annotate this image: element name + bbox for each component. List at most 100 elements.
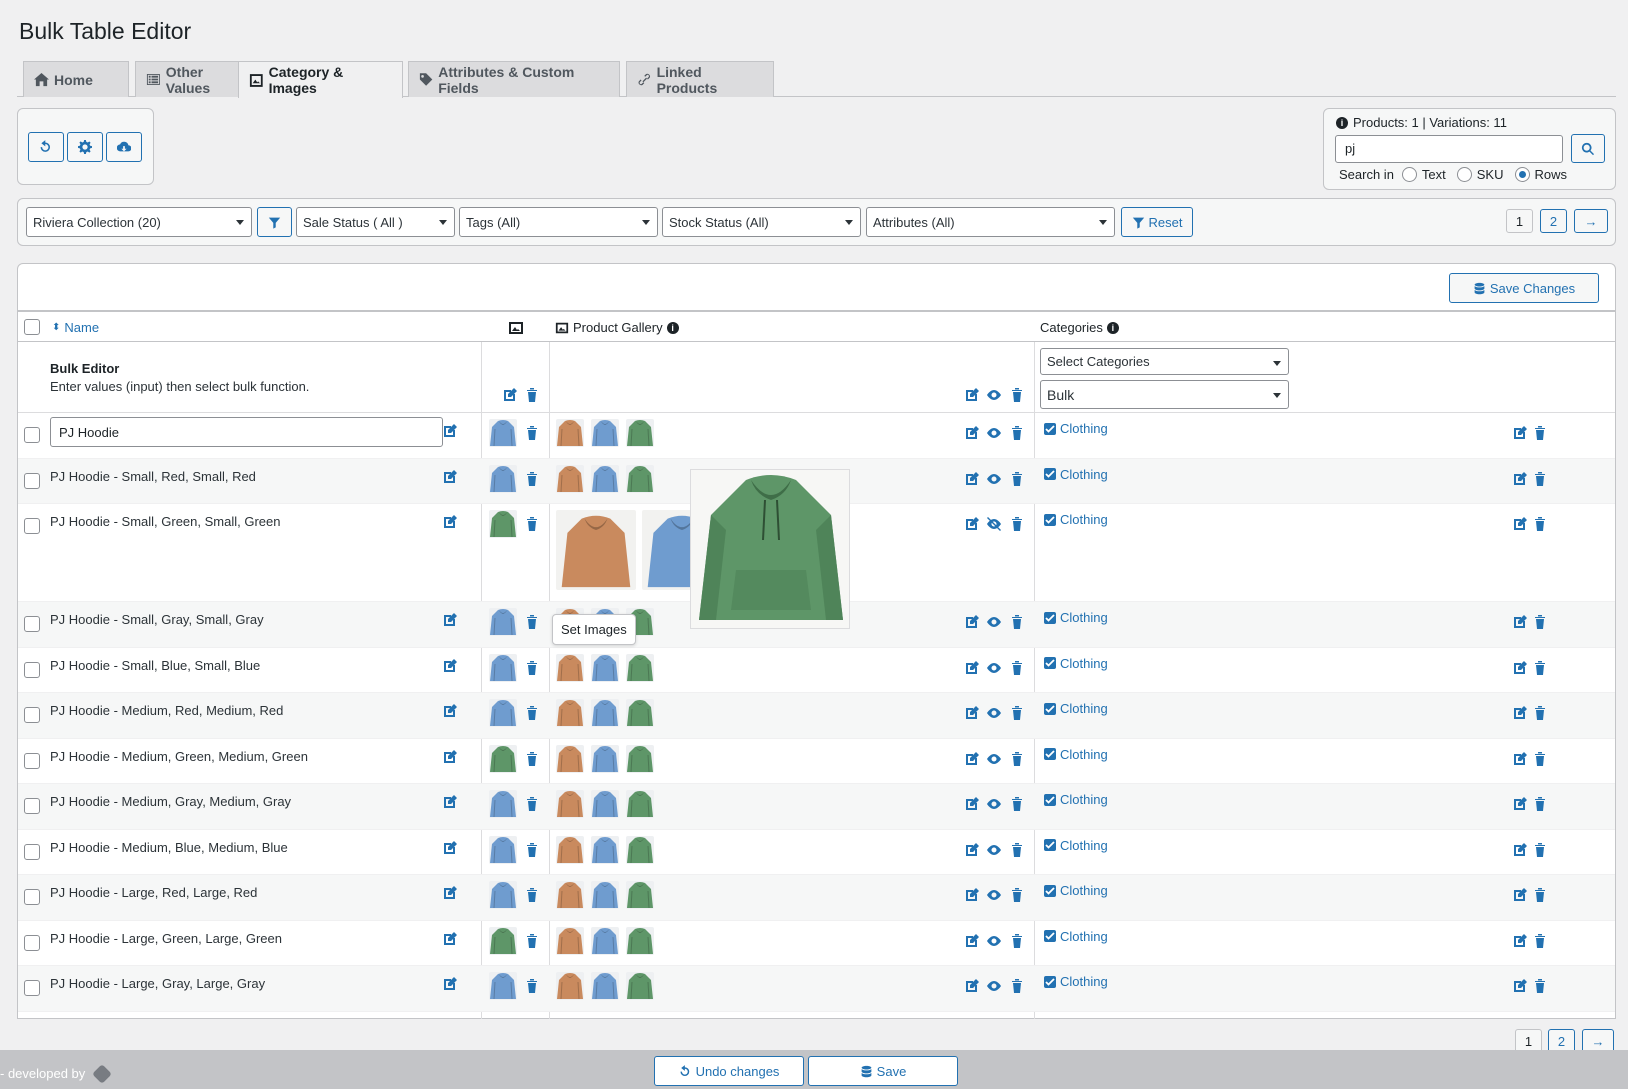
product-image[interactable] bbox=[489, 608, 517, 636]
gallery-image-blue[interactable] bbox=[591, 419, 619, 447]
gallery-trash-icon[interactable] bbox=[1009, 887, 1025, 903]
gallery-image-orange[interactable] bbox=[556, 744, 584, 773]
gallery-image-blue[interactable] bbox=[591, 972, 619, 1000]
product-image[interactable] bbox=[489, 653, 517, 682]
category-tag[interactable]: Clothing bbox=[1044, 701, 1108, 716]
gallery-edit-icon[interactable] bbox=[964, 471, 980, 487]
gallery-trash-icon[interactable] bbox=[1009, 471, 1025, 487]
filter-button[interactable] bbox=[257, 207, 292, 237]
row-checkbox[interactable] bbox=[24, 934, 40, 951]
gallery-edit-icon[interactable] bbox=[964, 425, 980, 441]
product-image[interactable] bbox=[489, 790, 517, 818]
trash-icon[interactable] bbox=[524, 751, 540, 767]
gallery-trash-icon[interactable] bbox=[1009, 796, 1025, 812]
edit-icon[interactable] bbox=[442, 703, 458, 719]
category-tag[interactable]: Clothing bbox=[1044, 838, 1108, 853]
edit-icon[interactable] bbox=[442, 658, 458, 674]
category-tag[interactable]: Clothing bbox=[1044, 512, 1108, 527]
next-page-button[interactable]: → bbox=[1574, 209, 1608, 233]
bulk-gallery-eye-icon[interactable] bbox=[986, 387, 1002, 403]
eye-icon[interactable] bbox=[986, 796, 1002, 812]
radio-sku[interactable] bbox=[1456, 167, 1472, 182]
bulk-image-edit-icon[interactable] bbox=[502, 387, 518, 403]
gallery-image-green[interactable] bbox=[626, 744, 654, 773]
category-trash-icon[interactable] bbox=[1532, 471, 1548, 487]
gallery-trash-icon[interactable] bbox=[1009, 516, 1025, 532]
edit-icon[interactable] bbox=[442, 840, 458, 856]
name-column-header[interactable]: ⬍ Name bbox=[52, 320, 99, 335]
gallery-edit-icon[interactable] bbox=[964, 933, 980, 949]
tab-home[interactable]: Home bbox=[23, 61, 129, 97]
product-image[interactable] bbox=[489, 835, 517, 864]
category-edit-icon[interactable] bbox=[1512, 471, 1528, 487]
category-edit-icon[interactable] bbox=[1512, 933, 1528, 949]
category-edit-icon[interactable] bbox=[1512, 842, 1528, 858]
edit-icon[interactable] bbox=[442, 749, 458, 765]
stock-status-select[interactable]: Stock Status (All) bbox=[662, 207, 861, 237]
edit-icon[interactable] bbox=[442, 612, 458, 628]
eye-slash-icon[interactable] bbox=[986, 516, 1002, 532]
category-trash-icon[interactable] bbox=[1532, 751, 1548, 767]
gallery-image-green[interactable] bbox=[626, 790, 654, 818]
eye-icon[interactable] bbox=[986, 978, 1002, 994]
category-tag[interactable]: Clothing bbox=[1044, 929, 1108, 944]
edit-icon[interactable] bbox=[442, 469, 458, 485]
search-button[interactable] bbox=[1571, 134, 1605, 163]
save-changes-button[interactable]: Save Changes bbox=[1449, 273, 1599, 303]
trash-icon[interactable] bbox=[524, 660, 540, 676]
page-1-button[interactable]: 1 bbox=[1506, 209, 1533, 233]
gallery-edit-icon[interactable] bbox=[964, 660, 980, 676]
radio-text[interactable] bbox=[1401, 167, 1417, 182]
trash-icon[interactable] bbox=[524, 887, 540, 903]
trash-icon[interactable] bbox=[524, 516, 540, 532]
row-checkbox[interactable] bbox=[24, 427, 40, 443]
eye-icon[interactable] bbox=[986, 887, 1002, 903]
edit-icon[interactable] bbox=[442, 885, 458, 901]
tab-category-images[interactable]: Category & Images bbox=[238, 61, 403, 98]
gallery-image-green[interactable] bbox=[626, 699, 654, 727]
row-checkbox[interactable] bbox=[24, 843, 40, 860]
eye-icon[interactable] bbox=[986, 471, 1002, 487]
gallery-edit-icon[interactable] bbox=[964, 842, 980, 858]
category-edit-icon[interactable] bbox=[1512, 978, 1528, 994]
bulk-function-select[interactable]: Bulk bbox=[1040, 380, 1289, 409]
gallery-image-green[interactable] bbox=[626, 926, 654, 955]
gallery-edit-icon[interactable] bbox=[964, 887, 980, 903]
category-tag[interactable]: Clothing bbox=[1044, 467, 1108, 482]
tab-attributes[interactable]: Attributes & Custom Fields bbox=[408, 61, 620, 97]
gallery-image-blue[interactable] bbox=[591, 653, 619, 682]
trash-icon[interactable] bbox=[524, 933, 540, 949]
category-tag[interactable]: Clothing bbox=[1044, 792, 1108, 807]
row-checkbox[interactable] bbox=[24, 980, 40, 996]
product-image[interactable] bbox=[489, 744, 517, 773]
edit-icon[interactable] bbox=[442, 794, 458, 810]
category-trash-icon[interactable] bbox=[1532, 796, 1548, 812]
select-all-checkbox[interactable] bbox=[24, 319, 40, 335]
eye-icon[interactable] bbox=[986, 660, 1002, 676]
undo-changes-button[interactable]: Undo changes bbox=[654, 1056, 804, 1086]
tab-linked-products[interactable]: Linked Products bbox=[626, 61, 774, 97]
row-checkbox[interactable] bbox=[24, 661, 40, 678]
radio-rows[interactable] bbox=[1514, 167, 1530, 182]
gallery-image-blue[interactable] bbox=[591, 790, 619, 818]
category-tag[interactable]: Clothing bbox=[1044, 883, 1108, 898]
category-edit-icon[interactable] bbox=[1512, 705, 1528, 721]
gallery-image-orange[interactable] bbox=[556, 464, 584, 493]
gallery-edit-icon[interactable] bbox=[964, 751, 980, 767]
category-edit-icon[interactable] bbox=[1512, 425, 1528, 441]
category-edit-icon[interactable] bbox=[1512, 614, 1528, 630]
category-edit-icon[interactable] bbox=[1512, 796, 1528, 812]
gallery-image-orange[interactable] bbox=[556, 926, 584, 955]
gallery-image-orange[interactable] bbox=[556, 835, 584, 864]
row-checkbox[interactable] bbox=[24, 889, 40, 905]
page-2-button[interactable]: 2 bbox=[1540, 209, 1567, 233]
edit-icon[interactable] bbox=[442, 514, 458, 530]
product-name-input[interactable]: PJ Hoodie bbox=[50, 417, 443, 447]
edit-icon[interactable] bbox=[442, 423, 458, 439]
category-trash-icon[interactable] bbox=[1532, 842, 1548, 858]
sale-status-select[interactable]: Sale Status ( All ) bbox=[296, 207, 455, 237]
bulk-gallery-edit-icon[interactable] bbox=[964, 387, 980, 403]
category-trash-icon[interactable] bbox=[1532, 978, 1548, 994]
gallery-image-green[interactable] bbox=[626, 419, 654, 447]
category-edit-icon[interactable] bbox=[1512, 751, 1528, 767]
